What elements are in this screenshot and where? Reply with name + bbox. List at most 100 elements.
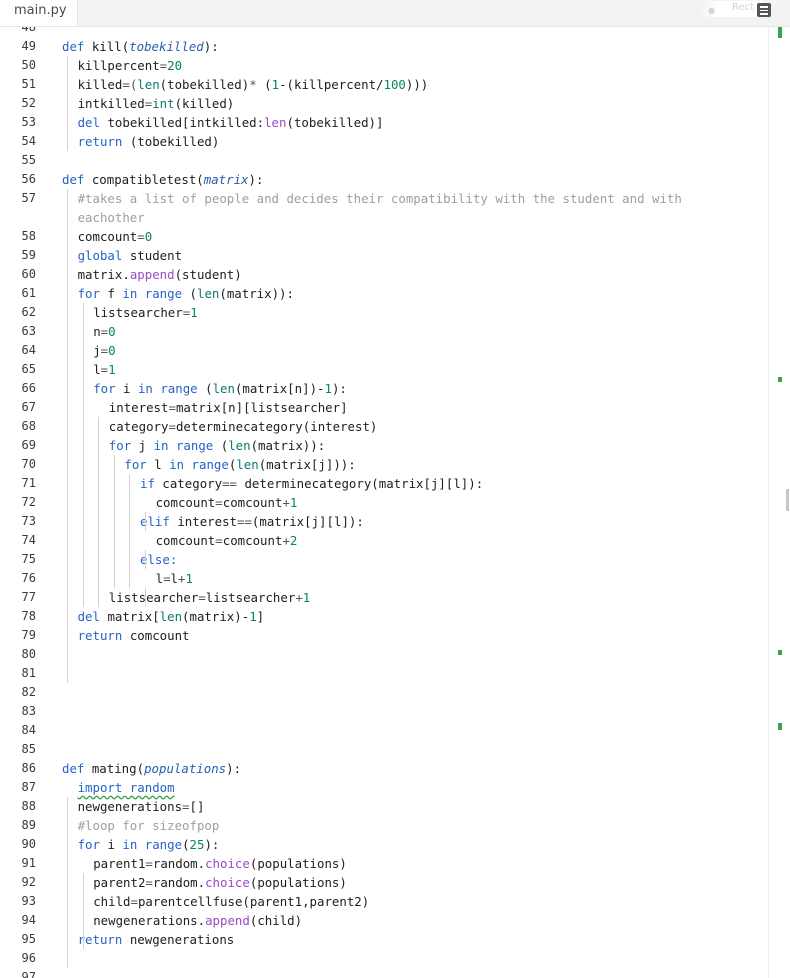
code-line[interactable]: 82 — [0, 683, 768, 702]
line-number: 57 — [21, 191, 36, 205]
indent-guide — [82, 550, 84, 569]
line-number: 88 — [21, 799, 36, 813]
code-token: range — [144, 837, 183, 852]
code-line[interactable]: 54 return (tobekilled) — [0, 132, 768, 151]
code-line[interactable]: 48 — [0, 27, 768, 37]
indent-guide — [67, 474, 68, 493]
code-line[interactable]: 59 global student — [0, 246, 768, 265]
code-token: mating — [91, 761, 137, 776]
code-line[interactable]: 80 — [0, 645, 768, 664]
indent-guide — [82, 531, 84, 550]
code-line[interactable]: 78 del matrix[len(matrix)-1] — [0, 607, 768, 626]
code-text: comcount=0 — [78, 227, 768, 246]
code-token: ): — [331, 381, 347, 396]
code-line[interactable]: 75 else: — [0, 550, 768, 569]
code-line[interactable]: 63 n=0 — [0, 322, 768, 341]
code-line[interactable]: eachother — [0, 208, 768, 227]
code-line[interactable]: 72 comcount=comcount+1 — [0, 493, 768, 512]
code-text: elif interest==(matrix[j][l]): — [140, 512, 768, 531]
code-line[interactable]: 55 — [0, 151, 768, 170]
code-text: return newgenerations — [78, 930, 768, 949]
code-line[interactable]: 53 del tobekilled[intkilled:len(tobekille… — [0, 113, 768, 132]
code-token: tobekilled — [129, 39, 204, 54]
code-token: populations — [144, 761, 227, 776]
code-line[interactable]: 92 parent2=random.choice(populations) — [0, 873, 768, 892]
code-token: (matrix[j])): — [258, 457, 356, 472]
code-line[interactable]: 86 def mating(populations): — [0, 759, 768, 778]
code-line[interactable]: 88 newgenerations=[] — [0, 797, 768, 816]
code-line[interactable]: 66 for i in range (len(matrix[n])-1): — [0, 379, 768, 398]
code-token: n — [93, 324, 101, 339]
code-line[interactable]: 95 return newgenerations — [0, 930, 768, 949]
code-token: -(killpercent/ — [279, 77, 384, 92]
line-number: 58 — [21, 229, 36, 243]
code-line[interactable]: 93 child=parentcellfuse(parent1,parent2) — [0, 892, 768, 911]
code-line[interactable]: 69 for j in range (len(matrix)): — [0, 436, 768, 455]
code-text: return (tobekilled) — [78, 132, 768, 151]
indent-guide — [145, 512, 146, 531]
code-line[interactable]: 96 — [0, 949, 768, 968]
indent-guide — [67, 835, 68, 854]
code-line[interactable]: 91 parent1=random.choice(populations) — [0, 854, 768, 873]
code-line[interactable]: 52 intkilled=int(killed) — [0, 94, 768, 113]
code-line[interactable]: 73 elif interest==(matrix[j][l]): — [0, 512, 768, 531]
code-line[interactable]: 81 — [0, 664, 768, 683]
code-line[interactable]: 97 — [0, 968, 768, 978]
code-line[interactable]: 89 #loop for sizeofpop — [0, 816, 768, 835]
code-line[interactable]: 85 — [0, 740, 768, 759]
code-line[interactable]: 67 interest=matrix[n][listsearcher] — [0, 398, 768, 417]
code-line[interactable]: 49 def kill(tobekilled): — [0, 37, 768, 56]
code-line[interactable]: 64 j=0 — [0, 341, 768, 360]
code-token: tobekilled[intkilled: — [107, 115, 265, 130]
code-line[interactable]: 74 comcount=comcount+2 — [0, 531, 768, 550]
code-token: ): — [248, 172, 264, 187]
code-token: len — [196, 286, 220, 301]
code-line[interactable]: 51 killed=(len(tobekilled)* (1-(killperce… — [0, 75, 768, 94]
line-number: 68 — [21, 419, 36, 433]
code-line[interactable]: 94 newgenerations.append(child) — [0, 911, 768, 930]
code-token: (student) — [174, 267, 242, 282]
scroll-thumb[interactable] — [786, 489, 789, 511]
code-line[interactable]: 50 killpercent=20 — [0, 56, 768, 75]
code-line[interactable]: 84 — [0, 721, 768, 740]
code-token: return — [77, 628, 130, 643]
code-line[interactable]: 65 l=1 — [0, 360, 768, 379]
code-token: * — [249, 77, 265, 92]
vertical-scrollbar[interactable] — [768, 27, 790, 978]
code-line[interactable]: 68 category=determinecategory(interest) — [0, 417, 768, 436]
code-line[interactable]: 77 listsearcher=listsearcher+1 — [0, 588, 768, 607]
code-line[interactable]: 83 — [0, 702, 768, 721]
code-token: ( — [136, 761, 145, 776]
code-token: = — [163, 571, 171, 586]
code-line[interactable]: 79 return comcount — [0, 626, 768, 645]
indent-guide — [67, 113, 68, 132]
code-token: + — [282, 533, 290, 548]
code-token: = — [198, 590, 206, 605]
minimap-toggle-icon[interactable] — [757, 3, 771, 17]
code-token: ( — [264, 77, 272, 92]
code-line[interactable]: 56 def compatibletest(matrix): — [0, 170, 768, 189]
code-line[interactable]: 71 if category== determinecategory(matrix… — [0, 474, 768, 493]
faded-toolbar-hint: ● Rect — [700, 1, 762, 17]
code-token: interest — [177, 514, 237, 529]
code-line[interactable]: 76 l=l+1 — [0, 569, 768, 588]
code-line[interactable]: 61 for f in range (len(matrix)): — [0, 284, 768, 303]
code-token: range — [191, 457, 229, 472]
code-token: l — [93, 362, 101, 377]
code-line[interactable]: 58 comcount=0 — [0, 227, 768, 246]
editor-area[interactable]: 48 49 def kill(tobekilled): 50 killpercent=2… — [0, 27, 768, 978]
code-line[interactable]: 70 for l in range(len(matrix[j])): — [0, 455, 768, 474]
code-line[interactable]: 87 import random — [0, 778, 768, 797]
line-number: 81 — [21, 666, 36, 680]
indent-guide — [129, 569, 131, 588]
scroll-marker-change — [778, 650, 782, 655]
indent-guide — [67, 208, 68, 227]
code-line[interactable]: 57 #takes a list of people and decides th… — [0, 189, 768, 208]
code-token: choice — [205, 875, 250, 890]
code-token: ): — [203, 39, 219, 54]
tab-main-py[interactable]: main.py — [0, 0, 78, 26]
line-number: 86 — [21, 761, 36, 775]
code-line[interactable]: 62 listsearcher=1 — [0, 303, 768, 322]
code-line[interactable]: 90 for i in range(25): — [0, 835, 768, 854]
code-line[interactable]: 60 matrix.append(student) — [0, 265, 768, 284]
